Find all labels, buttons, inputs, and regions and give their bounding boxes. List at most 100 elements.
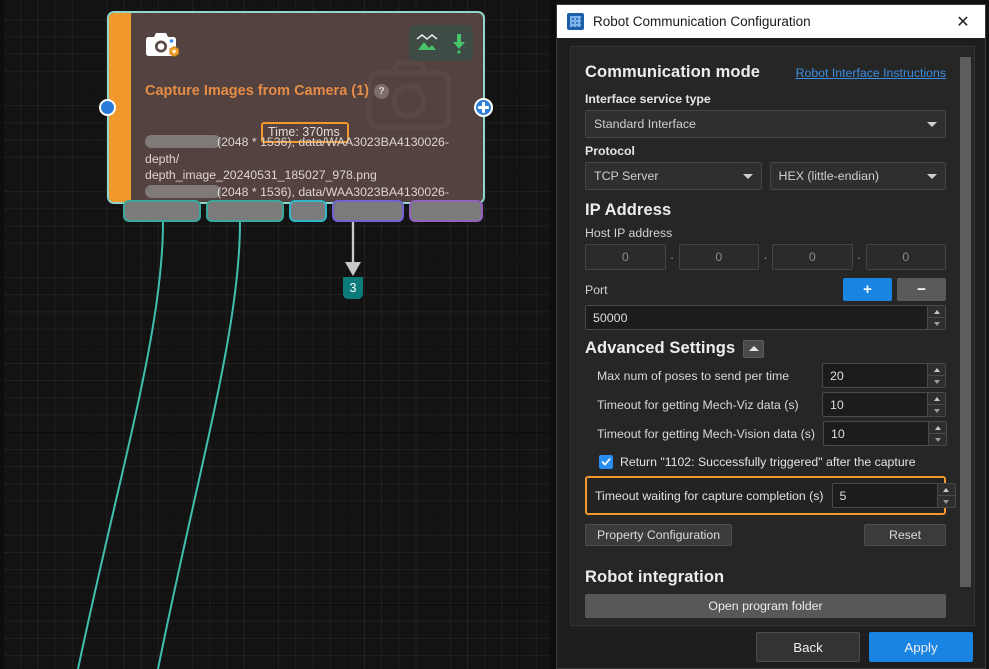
advanced-decrement-button[interactable] — [928, 405, 945, 416]
image-preview-icon[interactable] — [416, 33, 438, 53]
advanced-setting-arrows[interactable] — [928, 422, 946, 445]
node-add-output-connector[interactable] — [474, 98, 493, 117]
dialog-body: Communication mode Robot Interface Instr… — [557, 38, 985, 668]
advanced-increment-button[interactable] — [928, 393, 945, 405]
caret-down-icon — [934, 380, 940, 384]
interface-service-type-select[interactable]: Standard Interface — [585, 110, 946, 138]
caret-up-icon — [934, 397, 940, 401]
node-output-ports[interactable] — [123, 200, 483, 222]
protocol-label: Protocol — [585, 144, 946, 158]
port-color-image[interactable] — [206, 200, 284, 222]
capture-timeout-increment-button[interactable] — [938, 484, 955, 496]
remove-port-button[interactable]: − — [897, 278, 946, 301]
advanced-setting-arrows[interactable] — [927, 364, 945, 387]
node-title-text: Capture Images from Camera (1) — [145, 83, 369, 99]
advanced-setting-row: Max num of poses to send per time 20 — [597, 363, 946, 388]
advanced-setting-label: Max num of poses to send per time — [597, 369, 789, 383]
download-arrow-icon[interactable] — [451, 32, 467, 54]
capture-completion-timeout-stepper[interactable]: 5 — [832, 483, 956, 508]
port-camera-info[interactable] — [289, 200, 327, 222]
node-capture-images-from-camera[interactable]: Capture Images from Camera (1)? Time: 37… — [107, 11, 485, 204]
capture-completion-timeout-arrows[interactable] — [937, 484, 955, 507]
advanced-decrement-button[interactable] — [929, 434, 946, 445]
advanced-setting-stepper[interactable]: 20 — [822, 363, 946, 388]
node-output-depth-path: depth_image_20240531_185027_978.png — [145, 167, 475, 184]
advanced-decrement-button[interactable] — [928, 376, 945, 387]
protocol-row: TCP Server HEX (little-endian) — [585, 162, 946, 190]
advanced-buttons-row: Property Configuration Reset — [585, 524, 946, 546]
advanced-setting-value[interactable]: 10 — [824, 422, 928, 445]
advanced-settings-heading: Advanced Settings — [585, 339, 735, 358]
port-depth-image[interactable] — [123, 200, 201, 222]
capture-timeout-decrement-button[interactable] — [938, 496, 955, 507]
ip-octet-1-input[interactable]: 0 — [585, 244, 666, 270]
protocol-value: TCP Server — [594, 169, 659, 183]
add-port-button[interactable]: + — [843, 278, 892, 301]
host-ip-address-input-group[interactable]: 0·0·0·0 — [585, 244, 946, 270]
ip-octet-4-input[interactable]: 0 — [866, 244, 947, 270]
open-program-folder-button[interactable]: Open program folder — [585, 594, 946, 618]
dialog-footer: Back Apply — [557, 626, 985, 668]
advanced-setting-value[interactable]: 20 — [823, 364, 927, 387]
advanced-setting-value[interactable]: 10 — [823, 393, 927, 416]
node-output-lines: (2048 * 1536), data/WAA3023BA4130026-dep… — [145, 134, 475, 204]
return-1102-checkbox-row[interactable]: Return "1102: Successfully triggered" af… — [599, 455, 946, 469]
capture-completion-timeout-highlight[interactable]: Timeout waiting for capture completion (… — [585, 476, 946, 515]
port-extrinsic[interactable] — [332, 200, 404, 222]
advanced-settings-collapse-button[interactable] — [743, 340, 764, 358]
port-stepper-arrows[interactable] — [927, 306, 945, 329]
app-root: Capture Images from Camera (1)? Time: 37… — [0, 0, 989, 669]
port-stepper[interactable]: 50000 — [585, 305, 946, 330]
endian-select[interactable]: HEX (little-endian) — [770, 162, 947, 190]
caret-up-icon — [934, 310, 940, 314]
advanced-settings-header[interactable]: Advanced Settings — [585, 339, 946, 358]
port-decrement-button[interactable] — [928, 318, 945, 329]
advanced-setting-arrows[interactable] — [927, 393, 945, 416]
port-buttons: + − — [843, 278, 946, 301]
node-graph-canvas[interactable]: Capture Images from Camera (1)? Time: 37… — [0, 0, 556, 669]
advanced-setting-row: Timeout for getting Mech-Viz data (s)10 — [597, 392, 946, 417]
endian-value: HEX (little-endian) — [779, 169, 880, 183]
ip-octet-3-input[interactable]: 0 — [772, 244, 853, 270]
node-input-connector[interactable] — [99, 99, 116, 116]
ip-separator: · — [669, 250, 676, 265]
apply-button[interactable]: Apply — [869, 632, 973, 662]
advanced-setting-stepper[interactable]: 10 — [822, 392, 946, 417]
caret-down-icon — [935, 438, 941, 442]
caret-up-icon — [749, 346, 759, 351]
return-1102-checkbox[interactable] — [599, 455, 613, 469]
app-logo-icon — [567, 13, 584, 30]
port-value[interactable]: 50000 — [586, 306, 927, 329]
caret-up-icon — [943, 488, 949, 492]
caret-down-icon — [943, 500, 949, 504]
return-1102-checkbox-label: Return "1102: Successfully triggered" af… — [620, 455, 916, 469]
property-configuration-button[interactable]: Property Configuration — [585, 524, 732, 546]
advanced-setting-stepper[interactable]: 10 — [823, 421, 947, 446]
interface-service-type-value: Standard Interface — [594, 117, 696, 131]
reset-button[interactable]: Reset — [864, 524, 946, 546]
dialog-titlebar[interactable]: Robot Communication Configuration ✕ — [557, 5, 985, 38]
back-button[interactable]: Back — [756, 632, 860, 662]
port-intrinsic[interactable] — [409, 200, 483, 222]
ip-octet-2-input[interactable]: 0 — [679, 244, 760, 270]
close-icon[interactable]: ✕ — [941, 5, 985, 38]
advanced-increment-button[interactable] — [929, 422, 946, 434]
camera-icon — [145, 30, 183, 64]
redacted-label-bar — [145, 185, 221, 198]
port-increment-button[interactable] — [928, 306, 945, 318]
capture-completion-timeout-value[interactable]: 5 — [833, 484, 937, 507]
chevron-down-icon — [927, 174, 937, 179]
ip-separator: · — [762, 250, 769, 265]
chevron-down-icon — [743, 174, 753, 179]
step-number-badge[interactable]: 3 — [343, 277, 363, 299]
settings-scroll-pane[interactable]: Communication mode Robot Interface Instr… — [570, 46, 975, 626]
advanced-increment-button[interactable] — [928, 364, 945, 376]
protocol-select[interactable]: TCP Server — [585, 162, 762, 190]
advanced-setting-row: Timeout for getting Mech-Vision data (s)… — [597, 421, 946, 446]
communication-mode-header: Communication mode Robot Interface Instr… — [585, 61, 946, 86]
node-toolbar[interactable] — [409, 25, 473, 61]
node-title: Capture Images from Camera (1)? — [145, 83, 389, 99]
node-help-icon[interactable]: ? — [374, 84, 389, 99]
redacted-label-bar — [145, 135, 221, 148]
robot-interface-instructions-link[interactable]: Robot Interface Instructions — [796, 66, 946, 80]
